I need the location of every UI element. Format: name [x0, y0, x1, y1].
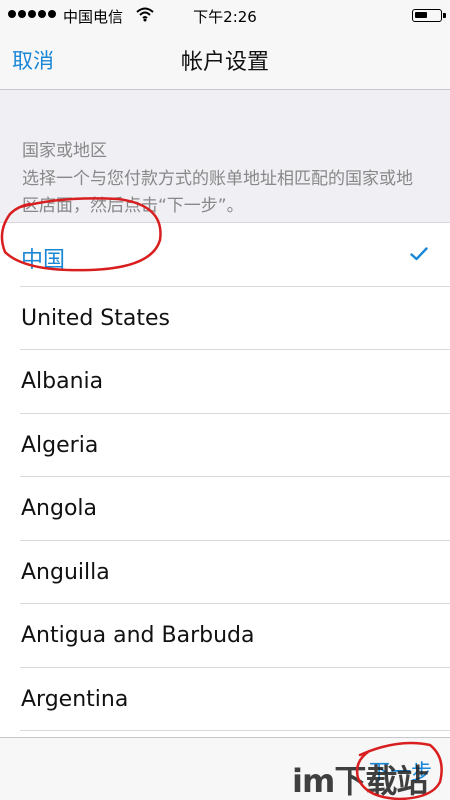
navigation-bar: 取消 帐户设置 [0, 32, 450, 90]
country-name: Albania [21, 369, 104, 394]
country-name: Angola [21, 496, 98, 521]
section-description: 选择一个与您付款方式的账单地址相匹配的国家或地区店面，然后点击“下一步”。 [22, 169, 413, 216]
status-time: 下午2:26 [193, 8, 257, 26]
country-item-china[interactable]: 中国 [0, 223, 450, 287]
country-name: Antigua and Barbuda [21, 623, 255, 648]
country-item-antigua-and-barbuda[interactable]: Antigua and Barbuda [0, 604, 450, 668]
status-bar: 中国电信 下午2:26 [0, 0, 450, 32]
country-item-united-states[interactable]: United States [0, 287, 450, 351]
country-item-albania[interactable]: Albania [0, 350, 450, 414]
battery-icon [412, 9, 446, 22]
country-item-angola[interactable]: Angola [0, 477, 450, 541]
country-name: Argentina [21, 686, 129, 712]
watermark-logo: im下载站 [292, 762, 428, 800]
section-title: 国家或地区 [22, 141, 107, 161]
country-item-argentina[interactable]: Argentina [0, 668, 450, 732]
country-name: Anguilla [21, 559, 110, 585]
country-name: Algeria [21, 432, 99, 458]
section-header: 国家或地区 选择一个与您付款方式的账单地址相匹配的国家或地区店面，然后点击“下一… [0, 90, 450, 223]
page-title: 帐户设置 [180, 50, 269, 75]
country-name: 中国 [21, 248, 66, 273]
country-list: 中国 United States Albania Algeria Angola … [0, 223, 450, 731]
country-item-algeria[interactable]: Algeria [0, 414, 450, 478]
checkmark-icon [410, 247, 428, 261]
account-settings-screen: 中国电信 下午2:26 取消 帐户设置 国家或地区 选择一个与您付款方式的账单地… [0, 0, 450, 800]
country-name: United States [21, 305, 170, 331]
country-item-anguilla[interactable]: Anguilla [0, 541, 450, 605]
